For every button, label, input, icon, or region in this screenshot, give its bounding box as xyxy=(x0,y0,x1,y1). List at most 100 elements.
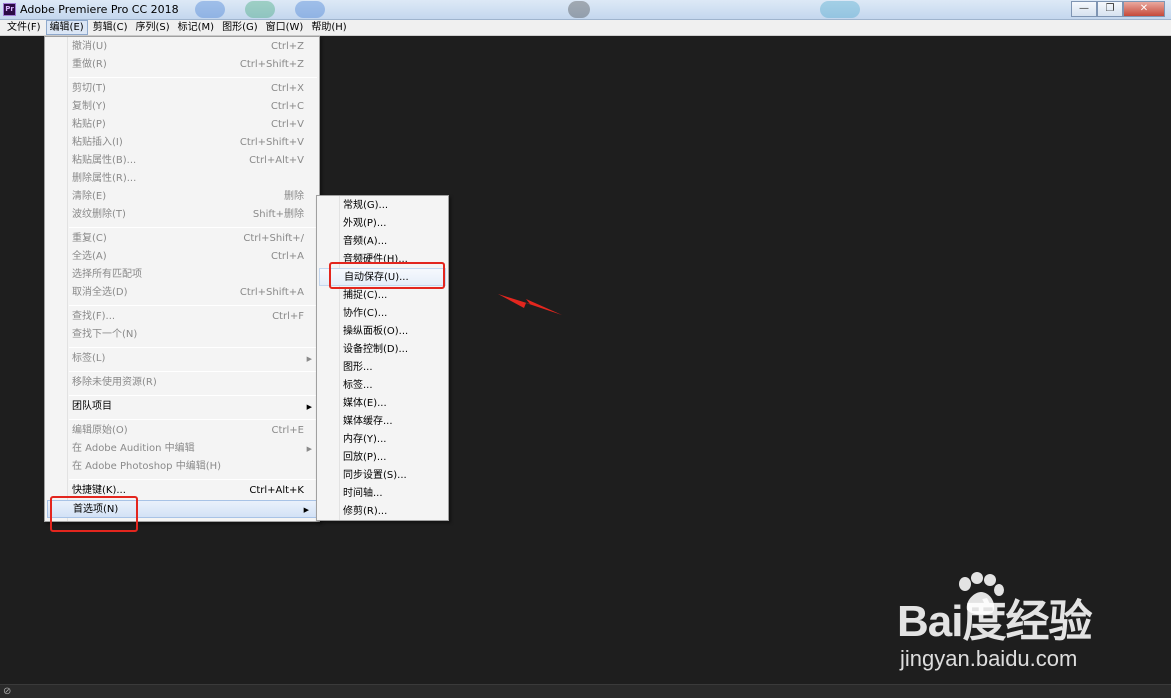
menu-item-label: 常规(G)... xyxy=(343,200,389,211)
pref-memory[interactable]: 内存(Y)... xyxy=(317,431,448,449)
pref-general[interactable]: 常规(G)... xyxy=(317,197,448,215)
baidu-watermark-url: jingyan.baidu.com xyxy=(900,646,1078,671)
menu-item-edit-in-photoshop[interactable]: 在 Adobe Photoshop 中编辑(H) xyxy=(45,458,319,476)
pref-labels[interactable]: 标签... xyxy=(317,377,448,395)
baidu-watermark-logo: Bai度经验 xyxy=(897,597,1092,646)
menu-item-label: 移除未使用资源(R) xyxy=(72,377,157,388)
menu-item-label: 编辑原始(O) xyxy=(72,425,128,436)
pref-playback[interactable]: 回放(P)... xyxy=(317,449,448,467)
menu-item-label: 内存(Y)... xyxy=(343,434,387,445)
menu-item-duplicate[interactable]: 重复(C) Ctrl+Shift+/ xyxy=(45,230,319,248)
pref-timeline[interactable]: 时间轴... xyxy=(317,485,448,503)
menu-item-paste-attributes[interactable]: 粘贴属性(B)... Ctrl+Alt+V xyxy=(45,152,319,170)
pref-appearance[interactable]: 外观(P)... xyxy=(317,215,448,233)
close-button[interactable]: ✕ xyxy=(1123,1,1165,17)
menu-item-label: 操纵面板(O)... xyxy=(343,326,409,337)
menu-item-select-all[interactable]: 全选(A) Ctrl+A xyxy=(45,248,319,266)
pref-media[interactable]: 媒体(E)... xyxy=(317,395,448,413)
submenu-arrow-icon: ▶ xyxy=(306,355,312,363)
menu-bar: 文件(F) 编辑(E) 剪辑(C) 序列(S) 标记(M) 图形(G) 窗口(W… xyxy=(0,20,1171,36)
menu-help[interactable]: 帮助(H) xyxy=(308,20,349,35)
menu-item-label: 删除属性(R)... xyxy=(72,173,137,184)
menu-item-label: 取消全选(D) xyxy=(72,287,128,298)
background-blur-shape xyxy=(245,1,275,18)
menu-item-shortcut: Ctrl+Z xyxy=(270,41,304,52)
menu-item-label: 选择所有匹配项 xyxy=(72,269,142,280)
link-icon[interactable]: ⊘ xyxy=(3,686,11,697)
menu-item-shortcut: Ctrl+A xyxy=(270,251,304,262)
menu-item-edit-in-audition[interactable]: 在 Adobe Audition 中编辑 ▶ xyxy=(45,440,319,458)
menu-item-clear[interactable]: 清除(E) 删除 xyxy=(45,188,319,206)
menu-item-label: 在 Adobe Photoshop 中编辑(H) xyxy=(72,461,222,472)
menu-item-label-submenu[interactable]: 标签(L) ▶ xyxy=(45,350,319,368)
pref-sync-settings[interactable]: 同步设置(S)... xyxy=(317,467,448,485)
menu-item-label: 粘贴(P) xyxy=(72,119,106,130)
menu-item-redo[interactable]: 重做(R) Ctrl+Shift+Z xyxy=(45,56,319,74)
pref-graphics[interactable]: 图形... xyxy=(317,359,448,377)
menu-item-ripple-delete[interactable]: 波纹删除(T) Shift+删除 xyxy=(45,206,319,224)
pref-trim[interactable]: 修剪(R)... xyxy=(317,503,448,521)
menu-item-team-projects[interactable]: 团队项目 ▶ xyxy=(45,398,319,416)
menu-item-label: 撤消(U) xyxy=(72,41,108,52)
menu-item-label: 全选(A) xyxy=(72,251,107,262)
menu-item-label: 外观(P)... xyxy=(343,218,387,229)
edit-menu-dropdown: 撤消(U) Ctrl+Z 重做(R) Ctrl+Shift+Z 剪切(T) Ctrl+… xyxy=(44,36,320,522)
menu-item-remove-attributes[interactable]: 删除属性(R)... xyxy=(45,170,319,188)
menu-item-label: 重做(R) xyxy=(72,59,107,70)
menu-item-remove-unused[interactable]: 移除未使用资源(R) xyxy=(45,374,319,392)
annotation-box-auto-save xyxy=(329,262,445,289)
menu-separator xyxy=(69,395,317,396)
pref-capture[interactable]: 捕捉(C)... xyxy=(317,287,448,305)
menu-item-find[interactable]: 查找(F)... Ctrl+F xyxy=(45,308,319,326)
menu-item-find-next[interactable]: 查找下一个(N) xyxy=(45,326,319,344)
menu-graphics[interactable]: 图形(G) xyxy=(219,20,261,35)
menu-separator xyxy=(69,479,317,480)
pref-audio[interactable]: 音频(A)... xyxy=(317,233,448,251)
menu-item-label: 粘贴属性(B)... xyxy=(72,155,137,166)
menu-item-shortcut: Ctrl+F xyxy=(272,311,304,322)
menu-item-shortcut: Shift+删除 xyxy=(252,209,304,220)
menu-window[interactable]: 窗口(W) xyxy=(263,20,307,35)
menu-item-label: 重复(C) xyxy=(72,233,107,244)
title-bar: Pr Adobe Premiere Pro CC 2018 — ❐ ✕ xyxy=(0,0,1171,20)
restore-button[interactable]: ❐ xyxy=(1097,1,1123,17)
annotation-arrow-icon xyxy=(498,294,562,315)
background-blur-shape xyxy=(820,1,860,18)
preferences-submenu: 常规(G)... 外观(P)... 音频(A)... 音频硬件(H)... 自动… xyxy=(316,195,449,521)
pref-media-cache[interactable]: 媒体缓存... xyxy=(317,413,448,431)
pref-device-control[interactable]: 设备控制(D)... xyxy=(317,341,448,359)
menu-separator xyxy=(69,371,317,372)
menu-clip[interactable]: 剪辑(C) xyxy=(90,20,131,35)
menu-item-label: 剪切(T) xyxy=(72,83,106,94)
submenu-arrow-icon: ▶ xyxy=(306,445,312,453)
menu-item-shortcut: 删除 xyxy=(284,191,304,202)
menu-item-label: 捕捉(C)... xyxy=(343,290,388,301)
minimize-button[interactable]: — xyxy=(1071,1,1097,17)
menu-item-copy[interactable]: 复制(Y) Ctrl+C xyxy=(45,98,319,116)
menu-item-undo[interactable]: 撤消(U) Ctrl+Z xyxy=(45,38,319,56)
menu-item-label: 设备控制(D)... xyxy=(343,344,409,355)
menu-edit[interactable]: 编辑(E) xyxy=(45,20,88,35)
menu-item-paste[interactable]: 粘贴(P) Ctrl+V xyxy=(45,116,319,134)
background-blur-shape xyxy=(195,1,225,18)
menu-item-edit-original[interactable]: 编辑原始(O) Ctrl+E xyxy=(45,422,319,440)
menu-item-label: 团队项目 xyxy=(72,401,112,412)
menu-separator xyxy=(69,347,317,348)
status-bar: ⊘ xyxy=(0,684,1171,698)
background-blur-shape xyxy=(295,1,325,18)
menu-item-shortcut: Ctrl+Alt+V xyxy=(249,155,304,166)
menu-item-shortcut: Ctrl+Shift+V xyxy=(239,137,304,148)
menu-item-cut[interactable]: 剪切(T) Ctrl+X xyxy=(45,80,319,98)
annotation-box-preferences xyxy=(50,496,138,532)
menu-item-label: 查找(F)... xyxy=(72,311,116,322)
menu-item-label: 标签(L) xyxy=(72,353,106,364)
menu-marker[interactable]: 标记(M) xyxy=(175,20,217,35)
menu-item-deselect-all[interactable]: 取消全选(D) Ctrl+Shift+A xyxy=(45,284,319,302)
menu-file[interactable]: 文件(F) xyxy=(4,20,44,35)
menu-sequence[interactable]: 序列(S) xyxy=(132,20,172,35)
menu-item-select-all-matching[interactable]: 选择所有匹配项 xyxy=(45,266,319,284)
menu-item-paste-insert[interactable]: 粘贴插入(I) Ctrl+Shift+V xyxy=(45,134,319,152)
pref-control-surface[interactable]: 操纵面板(O)... xyxy=(317,323,448,341)
pref-collaboration[interactable]: 协作(C)... xyxy=(317,305,448,323)
menu-item-label: 协作(C)... xyxy=(343,308,388,319)
